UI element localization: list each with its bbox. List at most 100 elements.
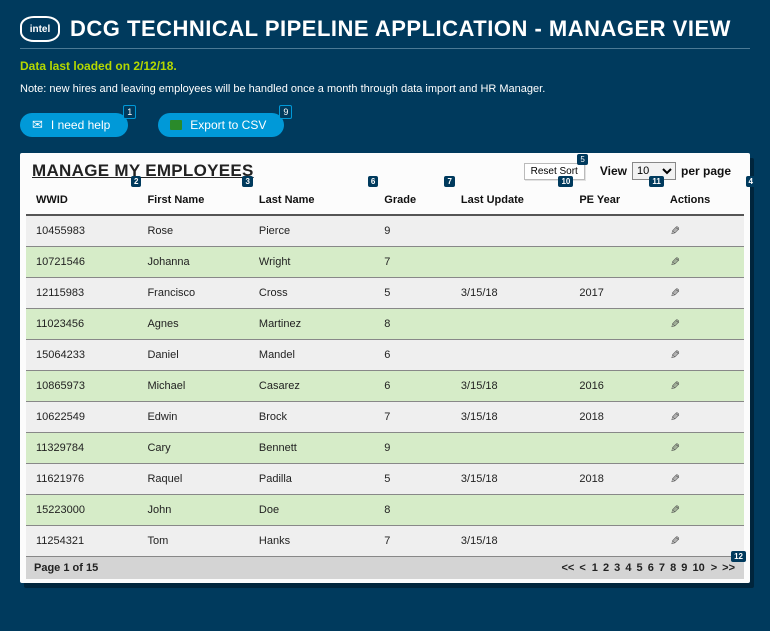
export-badge: 9: [279, 105, 292, 119]
cell-last: Brock: [249, 402, 374, 433]
cell-update: [451, 495, 569, 526]
pager-first[interactable]: <<: [560, 562, 575, 574]
cell-first: Cary: [137, 433, 248, 464]
cell-pe: [569, 340, 660, 371]
cell-wwid: 12115983: [26, 278, 137, 309]
info-note: Note: new hires and leaving employees wi…: [20, 83, 750, 95]
view-label: View: [600, 164, 627, 178]
pager-page[interactable]: 6: [647, 562, 655, 574]
table-body: 10455983RosePierce9✎10721546JohannaWrigh…: [26, 215, 744, 557]
pager-page[interactable]: 2: [602, 562, 610, 574]
pager-page[interactable]: 7: [658, 562, 666, 574]
pager-next[interactable]: >: [710, 562, 718, 574]
last-loaded-text: Data last loaded on 2/12/18.: [20, 59, 750, 73]
table-row: 10455983RosePierce9✎: [26, 215, 744, 247]
col-wwid[interactable]: WWID 2: [26, 186, 137, 215]
cell-first: Raquel: [137, 464, 248, 495]
cell-wwid: 11621976: [26, 464, 137, 495]
cell-pe: 2016: [569, 371, 660, 402]
cell-actions: ✎: [660, 402, 744, 433]
export-button-label: Export to CSV: [190, 118, 266, 132]
export-csv-button[interactable]: Export to CSV 9: [158, 113, 284, 137]
pager-page[interactable]: 5: [636, 562, 644, 574]
cell-first: Johanna: [137, 247, 248, 278]
cell-wwid: 15064233: [26, 340, 137, 371]
col-last-update[interactable]: Last Update 10: [451, 186, 569, 215]
pencil-icon[interactable]: ✎: [670, 317, 680, 331]
cell-first: John: [137, 495, 248, 526]
cell-actions: ✎: [660, 247, 744, 278]
cell-grade: 5: [374, 464, 451, 495]
cell-pe: [569, 247, 660, 278]
table-row: 15223000JohnDoe8✎: [26, 495, 744, 526]
pager-page[interactable]: 8: [669, 562, 677, 574]
table-row: 10721546JohannaWright7 ✎: [26, 247, 744, 278]
cell-wwid: 10622549: [26, 402, 137, 433]
pager-prev[interactable]: <: [578, 562, 586, 574]
col-last-name[interactable]: Last Name 6: [249, 186, 374, 215]
pencil-icon[interactable]: ✎: [670, 348, 680, 362]
pencil-icon[interactable]: ✎: [670, 503, 680, 517]
pencil-icon[interactable]: ✎: [670, 410, 680, 424]
envelope-icon: [32, 117, 43, 133]
cell-first: Francisco: [137, 278, 248, 309]
cell-first: Tom: [137, 526, 248, 557]
cell-grade: 8: [374, 309, 451, 340]
pencil-icon[interactable]: ✎: [670, 379, 680, 393]
pager-last[interactable]: >>: [721, 562, 736, 574]
table-row: 11023456AgnesMartinez8✎: [26, 309, 744, 340]
header: intel DCG TECHNICAL PIPELINE APPLICATION…: [20, 16, 750, 49]
pager-page[interactable]: 3: [613, 562, 621, 574]
cell-wwid: 10865973: [26, 371, 137, 402]
cell-last: Mandel: [249, 340, 374, 371]
help-button[interactable]: I need help 1: [20, 113, 128, 137]
col-pe-year[interactable]: PE Year 11: [569, 186, 660, 215]
footer-badge: 12: [731, 551, 746, 562]
cell-last: Pierce: [249, 215, 374, 247]
cell-update: [451, 309, 569, 340]
cell-update: [451, 340, 569, 371]
employees-table: WWID 2 First Name 3 Last Name 6 Grade 7: [26, 186, 744, 557]
cell-pe: [569, 309, 660, 340]
table-row: 11621976RaquelPadilla53/15/182018✎: [26, 464, 744, 495]
cell-actions: ✎: [660, 340, 744, 371]
col-actions: Actions 4: [660, 186, 744, 215]
pager-page[interactable]: 9: [680, 562, 688, 574]
table-row: 12115983FranciscoCross53/15/182017✎: [26, 278, 744, 309]
cell-last: Bennett: [249, 433, 374, 464]
pager-page[interactable]: 1: [591, 562, 599, 574]
cell-update: [451, 433, 569, 464]
pencil-icon[interactable]: ✎: [670, 286, 680, 300]
pencil-icon[interactable]: ✎: [670, 224, 680, 238]
pencil-icon[interactable]: ✎: [670, 441, 680, 455]
cell-first: Rose: [137, 215, 248, 247]
cell-update: [451, 247, 569, 278]
cell-update: 3/15/18: [451, 278, 569, 309]
table-row: 15064233DanielMandel6✎: [26, 340, 744, 371]
cell-last: Hanks: [249, 526, 374, 557]
pager-page[interactable]: 4: [624, 562, 632, 574]
cell-pe: [569, 433, 660, 464]
cell-pe: [569, 526, 660, 557]
reset-sort-label: Reset Sort: [531, 166, 578, 177]
reset-sort-button[interactable]: Reset Sort 5: [524, 163, 585, 180]
cell-first: Michael: [137, 371, 248, 402]
pencil-icon[interactable]: ✎: [670, 534, 680, 548]
cell-last: Wright: [249, 247, 374, 278]
cell-update: 3/15/18: [451, 464, 569, 495]
col-first-name[interactable]: First Name 3: [137, 186, 248, 215]
cell-pe: 2018: [569, 402, 660, 433]
pencil-icon[interactable]: ✎: [670, 255, 680, 269]
pencil-icon[interactable]: ✎: [670, 472, 680, 486]
cell-actions: ✎: [660, 215, 744, 247]
cell-grade: 7: [374, 247, 451, 278]
logo-text: intel: [30, 24, 51, 35]
cell-grade: 7: [374, 526, 451, 557]
cell-wwid: 11254321: [26, 526, 137, 557]
section-title: MANAGE MY EMPLOYEES: [32, 161, 254, 181]
pager-page[interactable]: 10: [691, 562, 705, 574]
cell-actions: ✎: [660, 309, 744, 340]
cell-grade: 8: [374, 495, 451, 526]
col-grade[interactable]: Grade 7: [374, 186, 451, 215]
cell-wwid: 10721546: [26, 247, 137, 278]
